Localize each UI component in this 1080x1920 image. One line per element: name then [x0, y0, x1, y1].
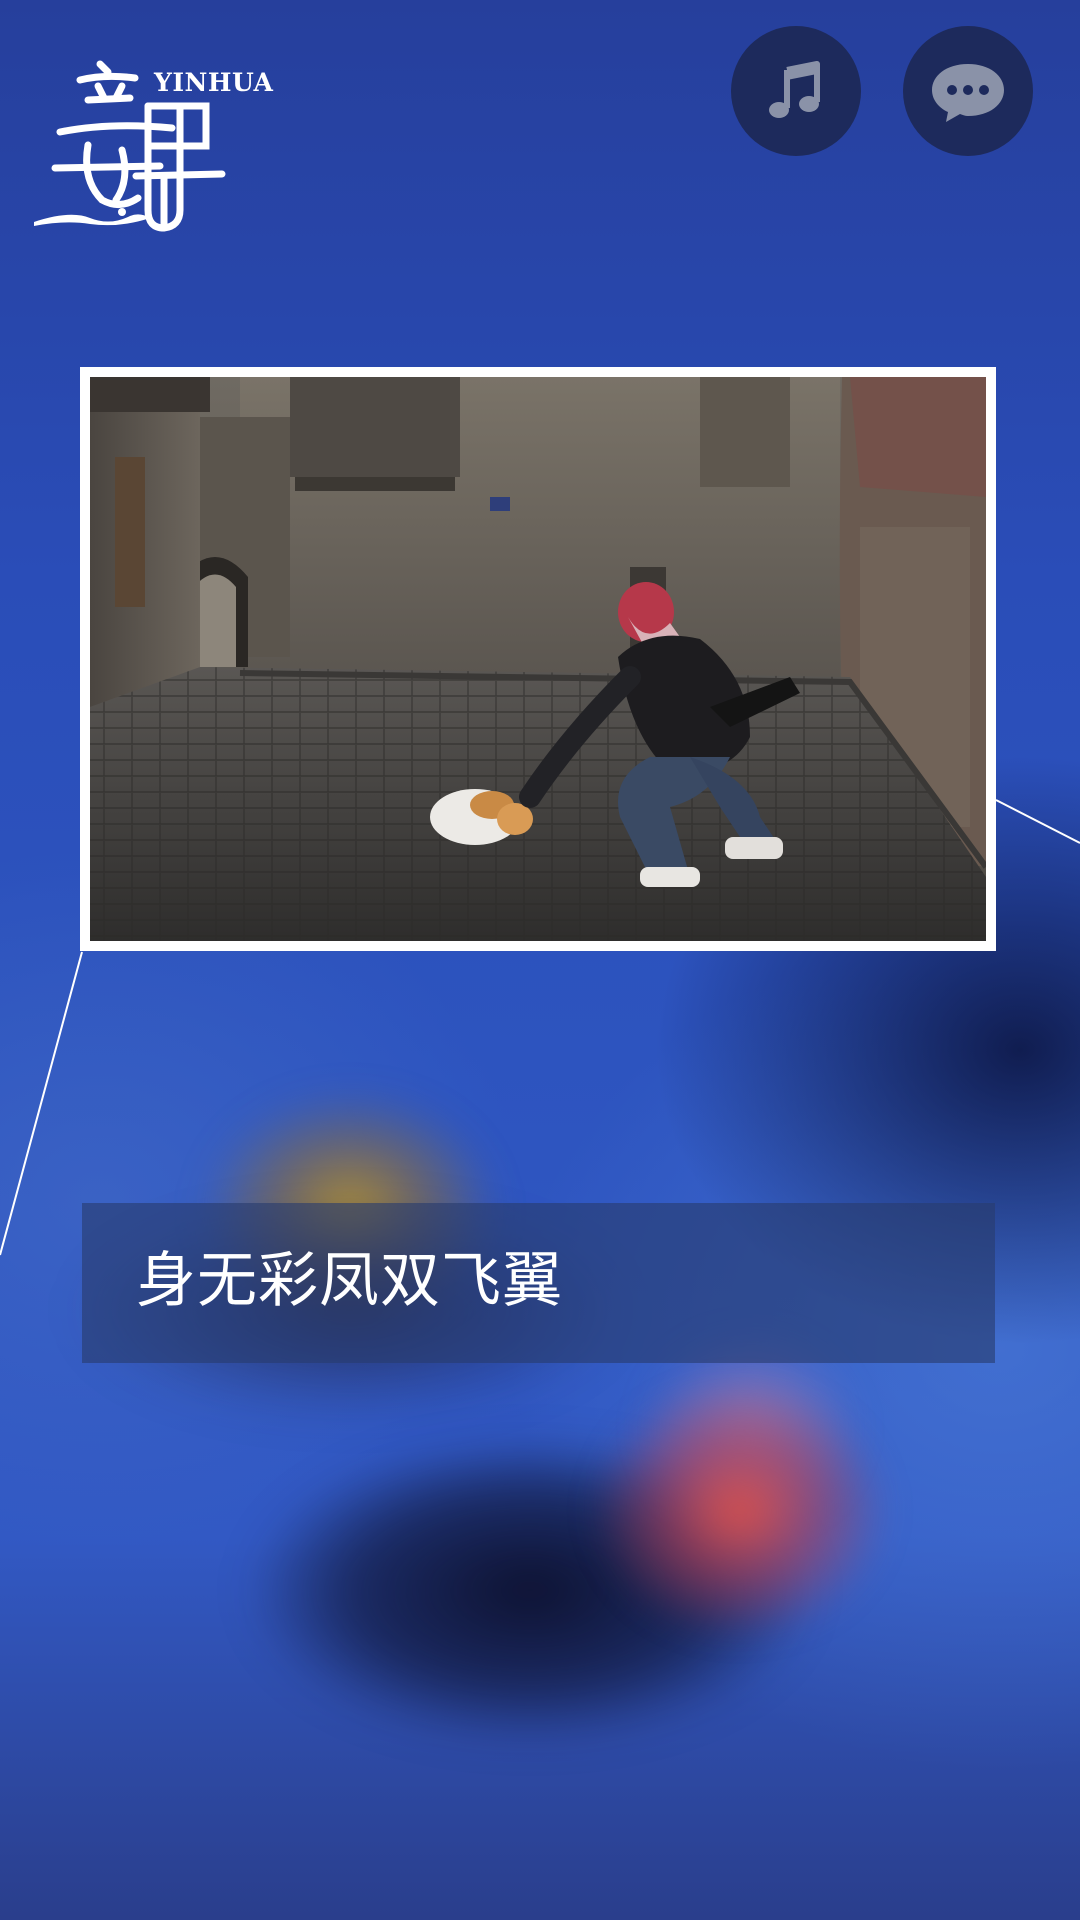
logo-latin-text: YINHUA — [154, 68, 274, 97]
chat-button[interactable] — [903, 26, 1033, 156]
yinhua-logo[interactable]: YINHUA — [30, 50, 274, 240]
caption-text: 身无彩凤双飞翼 — [136, 1246, 563, 1316]
decorative-line-right — [995, 799, 1080, 844]
music-note-icon — [769, 61, 820, 118]
caption-bar: 身无彩凤双飞翼 — [82, 1203, 995, 1363]
decorative-line-left — [0, 951, 83, 1256]
street-cat-photo-icon — [90, 377, 986, 941]
decorative-lines — [0, 799, 1080, 1256]
music-button[interactable] — [731, 26, 861, 156]
photo-frame — [80, 367, 996, 951]
chat-bubble-icon — [932, 64, 1004, 122]
